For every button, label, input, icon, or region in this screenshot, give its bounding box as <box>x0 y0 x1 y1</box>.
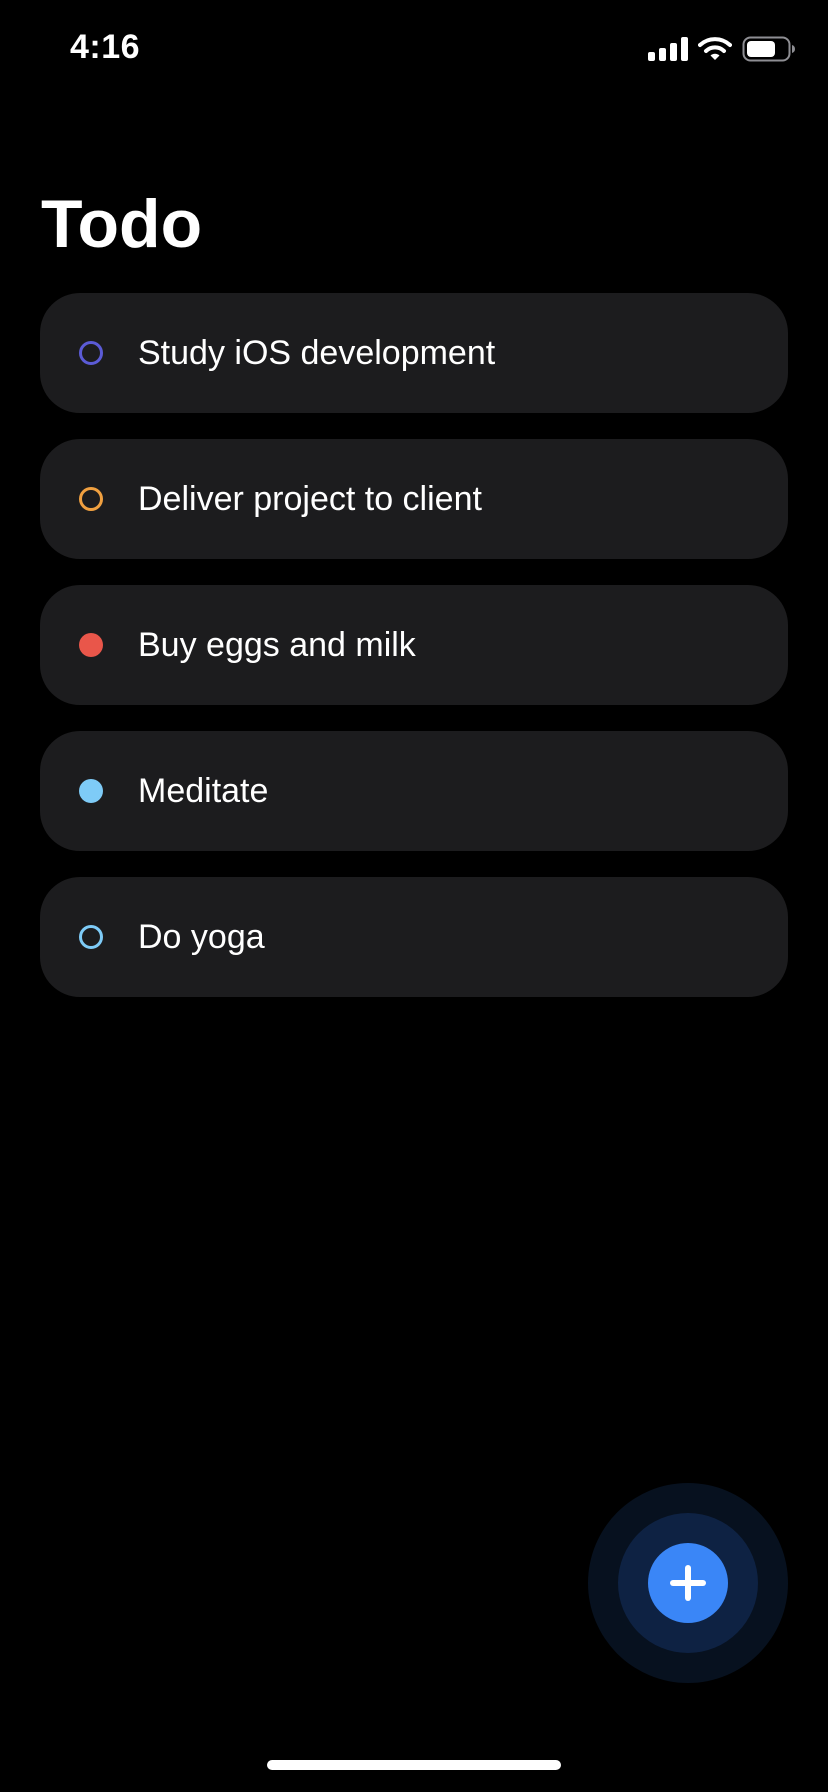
add-button-halo <box>588 1483 788 1683</box>
todo-label: Study iOS development <box>138 333 496 372</box>
signal-icon <box>648 37 688 61</box>
circle-icon[interactable] <box>79 633 103 657</box>
todo-label: Do yoga <box>138 917 265 956</box>
add-button-ring <box>618 1513 758 1653</box>
todo-label: Buy eggs and milk <box>138 625 416 664</box>
todo-item[interactable]: Do yoga <box>40 877 788 997</box>
page-title: Todo <box>41 186 203 262</box>
home-indicator[interactable] <box>267 1760 561 1770</box>
todo-label: Meditate <box>138 771 269 810</box>
plus-icon <box>670 1565 706 1601</box>
circle-icon[interactable] <box>79 779 103 803</box>
status-icons <box>648 34 796 64</box>
battery-icon <box>742 36 795 62</box>
status-time: 4:16 <box>70 28 141 66</box>
circle-icon[interactable] <box>79 487 103 511</box>
add-todo-button[interactable] <box>648 1543 728 1623</box>
todo-item[interactable]: Meditate <box>40 731 788 851</box>
wifi-icon <box>698 37 732 60</box>
todo-item[interactable]: Deliver project to client <box>40 439 788 559</box>
todo-list: Study iOS development Deliver project to… <box>40 293 788 1023</box>
todo-item[interactable]: Buy eggs and milk <box>40 585 788 705</box>
todo-item[interactable]: Study iOS development <box>40 293 788 413</box>
circle-icon[interactable] <box>79 341 103 365</box>
todo-label: Deliver project to client <box>138 479 482 518</box>
status-bar: 4:16 <box>0 0 828 100</box>
circle-icon[interactable] <box>79 925 103 949</box>
